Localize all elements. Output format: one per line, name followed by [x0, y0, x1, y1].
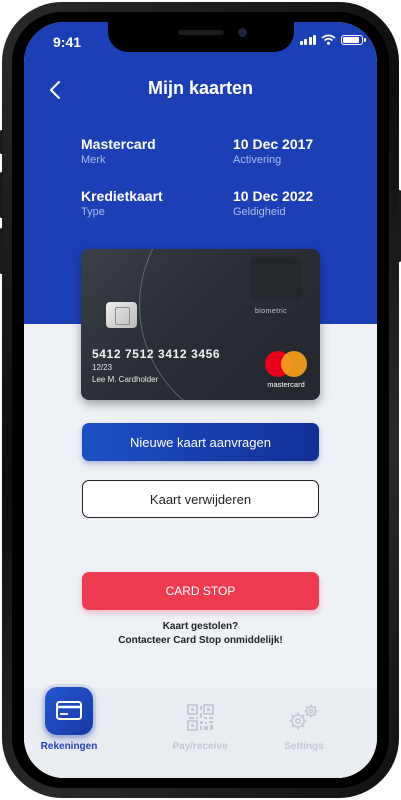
mastercard-logo-icon: mastercard	[260, 351, 316, 393]
volume-up-button	[0, 172, 3, 218]
stolen-card-notice: Kaart gestolen? Contacteer Card Stop onm…	[24, 620, 377, 648]
request-new-card-button[interactable]: Nieuwe kaart aanvragen	[82, 423, 319, 461]
notch	[108, 22, 294, 52]
card-icon	[45, 687, 93, 735]
speaker-grille	[178, 30, 224, 35]
card-info-activation: 10 Dec 2017 Activering	[233, 136, 313, 166]
brand-value: Mastercard	[81, 136, 156, 152]
qr-code-icon	[187, 704, 214, 731]
status-icons	[299, 34, 366, 45]
chip-icon	[106, 302, 137, 328]
activation-value: 10 Dec 2017	[233, 136, 314, 152]
cellular-signal-icon	[299, 34, 316, 45]
stolen-question: Kaart gestolen?	[162, 621, 239, 632]
stolen-instruction: Contacteer Card Stop onmiddelijk!	[118, 635, 283, 646]
validity-label: Geldigheid	[233, 206, 286, 218]
app-screen: 9:41 Mijn kaarten Mastercard Merk 10 Dec…	[24, 22, 377, 778]
tab-rekeningen[interactable]: Rekeningen	[24, 684, 114, 778]
volume-down-button	[0, 228, 3, 274]
delete-card-button[interactable]: Kaart verwijderen	[82, 480, 319, 518]
biometric-label: biometric	[255, 308, 287, 315]
tab-label-rekeningen: Rekeningen	[40, 741, 98, 752]
card-holder-name: Lee M. Cardholder	[92, 375, 159, 384]
card-info-brand: Mastercard Merk	[81, 136, 156, 166]
gears-icon	[289, 704, 318, 730]
card-stop-button[interactable]: CARD STOP	[82, 572, 319, 610]
card-info-type: Kredietkaart Type	[81, 188, 163, 218]
fingerprint-sensor-icon	[250, 257, 302, 301]
brand-label: Merk	[81, 154, 106, 166]
tab-label-pay-receive: Pay/receive	[172, 741, 228, 752]
battery-icon	[341, 34, 366, 45]
tab-bar: Rekeningen Pay/receive Settings	[24, 684, 377, 778]
card-network-label: mastercard	[267, 380, 305, 389]
page-title: Mijn kaarten	[147, 78, 254, 98]
card-info-validity: 10 Dec 2022 Geldigheid	[233, 188, 313, 218]
credit-card[interactable]: biometric 5412 7512 3412 3456 12/23 Lee …	[81, 249, 320, 400]
tab-settings[interactable]: Settings	[259, 688, 349, 778]
status-time: 9:41	[53, 34, 82, 50]
card-valid-thru: 12/23	[92, 363, 113, 372]
front-camera	[238, 28, 247, 37]
validity-value: 10 Dec 2022	[233, 188, 314, 204]
activation-label: Activering	[233, 154, 282, 166]
card-number: 5412 7512 3412 3456	[92, 347, 221, 361]
tab-label-settings: Settings	[284, 741, 324, 752]
tab-pay-receive[interactable]: Pay/receive	[155, 688, 245, 778]
type-value: Kredietkaart	[81, 188, 163, 204]
type-label: Type	[81, 206, 105, 218]
wifi-icon	[321, 34, 336, 45]
silent-switch	[0, 130, 3, 154]
